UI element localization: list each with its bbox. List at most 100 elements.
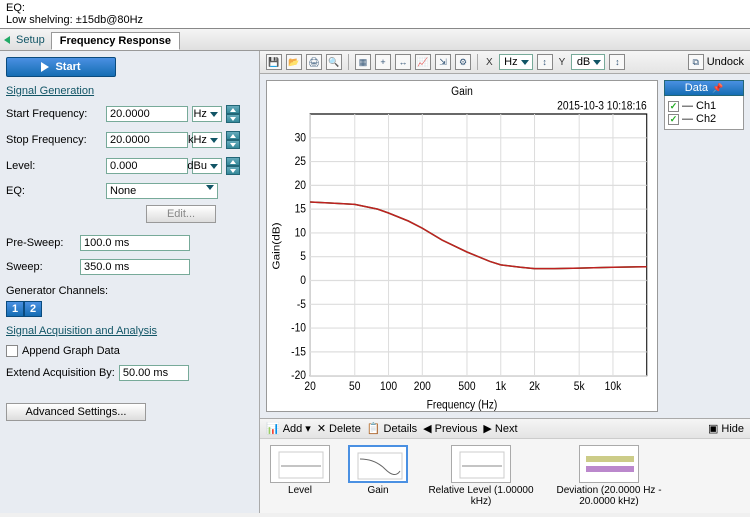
legend-pin-icon: 📌 <box>712 83 723 94</box>
play-icon <box>41 62 49 72</box>
svg-text:1k: 1k <box>495 380 506 393</box>
level-label: Level: <box>6 160 102 172</box>
section-signal-acquisition: Signal Acquisition and Analysis <box>6 325 253 337</box>
svg-text:2k: 2k <box>529 380 540 393</box>
legend-item-ch2[interactable]: ✓ — Ch2 <box>668 113 740 125</box>
open-icon[interactable]: 📂 <box>286 54 302 70</box>
sweep-label: Sweep: <box>6 261 76 273</box>
gen-channel-1[interactable]: 1 <box>6 301 24 317</box>
page-header: EQ: Low shelving: ±15db@80Hz <box>0 0 750 28</box>
svg-text:20: 20 <box>295 179 306 192</box>
thumb-deviation[interactable]: Deviation (20.0000 Hz - 20.0000 kHz) <box>554 445 664 507</box>
start-freq-unit[interactable]: Hz <box>192 106 222 122</box>
hide-button[interactable]: ▣ Hide <box>708 422 744 435</box>
shelving-text: Low shelving: ±15db@80Hz <box>6 14 744 26</box>
chart-toolbar: 💾 📂 🖨 🔍 ▦ + ↔ 📈 ⇲ ⚙ X Hz ↕ Y dB ↕ ⧉ <box>260 51 750 74</box>
eq-field-label: EQ: <box>6 185 102 197</box>
gen-channels-label: Generator Channels: <box>6 285 253 297</box>
print-icon[interactable]: 🖨 <box>306 54 322 70</box>
undock-icon: ⧉ <box>688 54 704 70</box>
checkbox-icon[interactable]: ✓ <box>668 101 679 112</box>
level-unit[interactable]: dBu <box>192 158 222 174</box>
save-icon[interactable]: 💾 <box>266 54 282 70</box>
stop-freq-unit[interactable]: kHz <box>192 132 222 148</box>
tool-icon[interactable]: ↔ <box>395 54 411 70</box>
svg-text:200: 200 <box>414 380 431 393</box>
tab-setup[interactable]: Setup <box>16 34 45 46</box>
chart-gain[interactable]: Gain2015-10-3 10:18:16AP-20-15-10-505101… <box>266 80 658 412</box>
stop-freq-label: Stop Frequency: <box>6 134 102 146</box>
generator-channels: 1 2 <box>6 301 253 317</box>
x-axis-label: X <box>484 57 495 68</box>
add-button[interactable]: 📊 Add ▾ <box>266 422 311 435</box>
start-freq-input[interactable] <box>106 106 188 122</box>
zoom-icon[interactable]: 🔍 <box>326 54 342 70</box>
tab-bar: Setup Frequency Response <box>0 29 750 51</box>
details-button[interactable]: 📋 Details <box>367 422 417 435</box>
tab-frequency-response[interactable]: Frequency Response <box>51 32 180 50</box>
svg-text:50: 50 <box>349 380 360 393</box>
presweep-label: Pre-Sweep: <box>6 237 76 249</box>
start-button[interactable]: Start <box>6 57 116 77</box>
edit-button[interactable]: Edit... <box>146 205 216 223</box>
chevron-down-icon <box>210 164 218 169</box>
svg-text:25: 25 <box>295 156 306 169</box>
advanced-settings-button[interactable]: Advanced Settings... <box>6 403 146 421</box>
undock-button[interactable]: ⧉ Undock <box>688 54 744 70</box>
append-graph-label: Append Graph Data <box>22 345 120 357</box>
spin-up[interactable] <box>226 131 240 140</box>
chevron-down-icon <box>210 138 218 143</box>
y-tool-icon[interactable]: ↕ <box>609 54 625 70</box>
extend-acq-label: Extend Acquisition By: <box>6 367 115 379</box>
back-arrow-icon[interactable] <box>4 36 10 44</box>
svg-text:Gain: Gain <box>451 86 473 99</box>
svg-text:20: 20 <box>304 380 315 393</box>
spin-down[interactable] <box>226 114 240 123</box>
legend-header[interactable]: Data 📌 <box>664 80 744 96</box>
svg-text:-15: -15 <box>291 346 306 359</box>
eq-text: EQ: <box>6 2 744 14</box>
chevron-down-icon <box>206 185 214 190</box>
spin-down[interactable] <box>226 140 240 149</box>
previous-button[interactable]: ◀ Previous <box>423 422 477 435</box>
svg-text:100: 100 <box>380 380 397 393</box>
y-axis-label: Y <box>557 57 568 68</box>
level-input[interactable] <box>106 158 188 174</box>
y-unit-select[interactable]: dB <box>571 54 605 70</box>
thumb-level[interactable]: Level <box>270 445 330 507</box>
grid-icon[interactable]: ▦ <box>355 54 371 70</box>
append-graph-checkbox[interactable] <box>6 345 18 357</box>
svg-text:500: 500 <box>458 380 475 393</box>
x-unit-select[interactable]: Hz <box>499 54 533 70</box>
presweep-input[interactable] <box>80 235 190 251</box>
delete-button[interactable]: ✕ Delete <box>317 422 361 435</box>
svg-text:0: 0 <box>300 274 306 287</box>
x-tool-icon[interactable]: ↕ <box>537 54 553 70</box>
chart-icon[interactable]: 📈 <box>415 54 431 70</box>
svg-text:15: 15 <box>295 203 306 216</box>
left-panel: Start Signal Generation Start Frequency:… <box>0 51 260 513</box>
thumb-gain[interactable]: Gain <box>348 445 408 507</box>
next-button[interactable]: ▶ Next <box>483 422 517 435</box>
extend-acq-input[interactable] <box>119 365 189 381</box>
thumbnails: Level Gain Relative Level (1.00000 kHz) … <box>260 438 750 513</box>
sweep-input[interactable] <box>80 259 190 275</box>
thumb-relative-level[interactable]: Relative Level (1.00000 kHz) <box>426 445 536 507</box>
svg-text:2015-10-3 10:18:16: 2015-10-3 10:18:16 <box>557 100 647 113</box>
spin-up[interactable] <box>226 105 240 114</box>
checkbox-icon[interactable]: ✓ <box>668 114 679 125</box>
spin-down[interactable] <box>226 166 240 175</box>
cursor-icon[interactable]: + <box>375 54 391 70</box>
thumbs-toolbar: 📊 Add ▾ ✕ Delete 📋 Details ◀ Previous ▶ … <box>260 418 750 438</box>
start-freq-label: Start Frequency: <box>6 108 102 120</box>
start-label: Start <box>55 61 80 73</box>
spin-up[interactable] <box>226 157 240 166</box>
legend-item-ch1[interactable]: ✓ — Ch1 <box>668 100 740 112</box>
svg-text:Gain(dB): Gain(dB) <box>271 222 282 269</box>
eq-select[interactable]: None <box>106 183 218 199</box>
settings-icon[interactable]: ⚙ <box>455 54 471 70</box>
stop-freq-input[interactable] <box>106 132 188 148</box>
svg-text:5k: 5k <box>574 380 585 393</box>
gen-channel-2[interactable]: 2 <box>24 301 42 317</box>
export-icon[interactable]: ⇲ <box>435 54 451 70</box>
